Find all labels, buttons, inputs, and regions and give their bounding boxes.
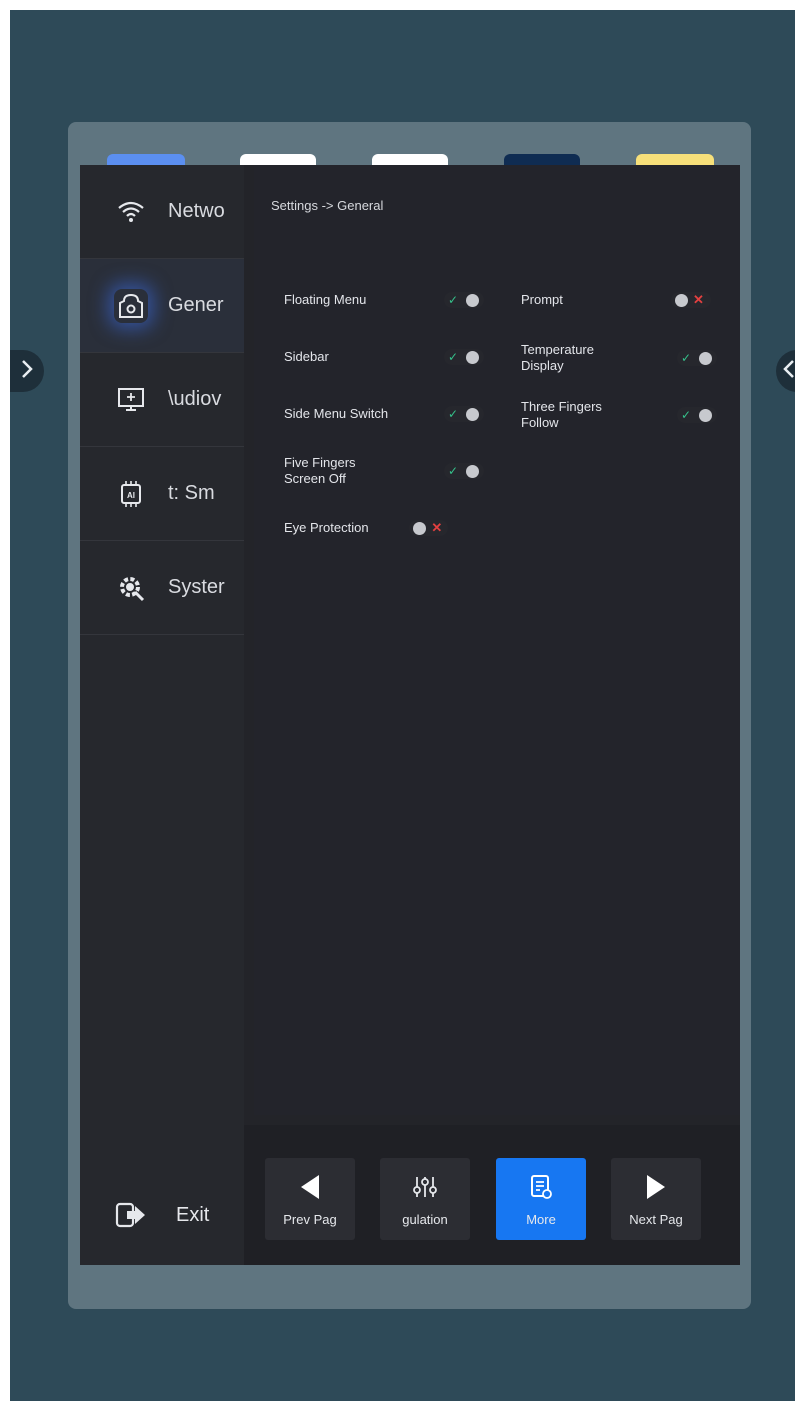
- button-label: Next Pag: [629, 1212, 683, 1227]
- prompt-toggle[interactable]: ✕: [671, 292, 711, 308]
- sidebar-item-label: Syster: [168, 576, 225, 598]
- sidebar-item-label: Gener: [168, 294, 224, 316]
- setting-temperature-display: Temperature Display ✓: [521, 342, 717, 374]
- play-right-icon: [645, 1172, 667, 1202]
- play-left-icon: [299, 1172, 321, 1202]
- prev-page-button[interactable]: Prev Pag: [265, 1158, 355, 1240]
- wifi-icon: [114, 195, 148, 229]
- regulation-button[interactable]: gulation: [380, 1158, 470, 1240]
- setting-label: Five Fingers Screen Off: [284, 455, 356, 486]
- chevron-left-icon: [782, 359, 795, 384]
- system-gear-icon: [114, 571, 148, 605]
- sidebar: Netwo Gener \udiov AI t: Sm Syster Exit: [80, 165, 244, 1265]
- sidebar-item-label: Netwo: [168, 200, 225, 222]
- sidebar-item-general[interactable]: Gener: [80, 259, 244, 353]
- expand-right-handle[interactable]: [776, 350, 795, 392]
- setting-label: Eye Protection: [284, 520, 369, 535]
- temperature-display-toggle[interactable]: ✓: [677, 350, 717, 366]
- setting-prompt: Prompt ✕: [521, 292, 711, 308]
- setting-five-fingers-screen-off: Five Fingers Screen Off ✓: [284, 455, 484, 487]
- sidebar-item-network[interactable]: Netwo: [80, 165, 244, 259]
- next-page-button[interactable]: Next Pag: [611, 1158, 701, 1240]
- exit-icon: [114, 1198, 148, 1232]
- setting-label: Three Fingers Follow: [521, 399, 602, 430]
- check-icon: ✓: [681, 408, 692, 422]
- expand-left-handle[interactable]: [10, 350, 44, 392]
- check-icon: ✓: [681, 351, 692, 365]
- bottom-toolbar: Prev Pag gulation More Next Pag: [244, 1125, 740, 1265]
- sidebar-item-label: \udiov: [168, 388, 222, 410]
- sidebar-toggle[interactable]: ✓: [444, 349, 484, 365]
- document-icon: [529, 1172, 553, 1202]
- sidebar-item-smart[interactable]: AI t: Sm: [80, 447, 244, 541]
- sidebar-item-system[interactable]: Syster: [80, 541, 244, 635]
- general-settings-content: Settings -> General Floating Menu ✓ Side…: [254, 165, 740, 1115]
- breadcrumb: Settings -> General: [271, 198, 384, 213]
- button-label: More: [526, 1212, 556, 1227]
- sidebar-item-label: t: Sm: [168, 482, 215, 504]
- three-fingers-follow-toggle[interactable]: ✓: [677, 407, 717, 423]
- button-label: gulation: [402, 1212, 448, 1227]
- setting-label: Prompt: [521, 292, 563, 307]
- setting-label: Side Menu Switch: [284, 406, 389, 421]
- setting-label: Temperature Display: [521, 342, 594, 373]
- cross-icon: ✕: [693, 292, 704, 307]
- setting-label: Floating Menu: [284, 292, 367, 307]
- settings-panel: Netwo Gener \udiov AI t: Sm Syster Exit …: [80, 165, 740, 1265]
- check-icon: ✓: [448, 464, 459, 478]
- ai-chip-icon: AI: [114, 477, 148, 511]
- setting-label: Sidebar: [284, 349, 329, 364]
- five-fingers-screen-off-toggle[interactable]: ✓: [444, 463, 484, 479]
- setting-three-fingers-follow: Three Fingers Follow ✓: [521, 399, 717, 431]
- general-settings-icon: [114, 289, 148, 323]
- setting-side-menu-switch: Side Menu Switch ✓: [284, 406, 484, 422]
- check-icon: ✓: [448, 293, 459, 307]
- setting-eye-protection: Eye Protection ✕: [284, 520, 448, 536]
- more-button[interactable]: More: [496, 1158, 586, 1240]
- setting-sidebar: Sidebar ✓: [284, 349, 484, 365]
- svg-text:AI: AI: [127, 491, 135, 500]
- button-label: Prev Pag: [283, 1212, 337, 1227]
- cross-icon: ✕: [431, 520, 443, 535]
- setting-floating-menu: Floating Menu ✓: [284, 292, 484, 308]
- chevron-right-icon: [20, 359, 34, 384]
- eye-protection-toggle[interactable]: ✕: [409, 520, 448, 536]
- sidebar-item-audiovisual[interactable]: \udiov: [80, 353, 244, 447]
- floating-menu-toggle[interactable]: ✓: [444, 292, 484, 308]
- check-icon: ✓: [448, 407, 459, 421]
- exit-label: Exit: [176, 1203, 210, 1226]
- check-icon: ✓: [448, 350, 459, 364]
- audiovisual-icon: [114, 383, 148, 417]
- sliders-icon: [412, 1172, 438, 1202]
- side-menu-switch-toggle[interactable]: ✓: [444, 406, 484, 422]
- background: Netwo Gener \udiov AI t: Sm Syster Exit …: [10, 10, 795, 1401]
- exit-button[interactable]: Exit: [80, 1175, 244, 1255]
